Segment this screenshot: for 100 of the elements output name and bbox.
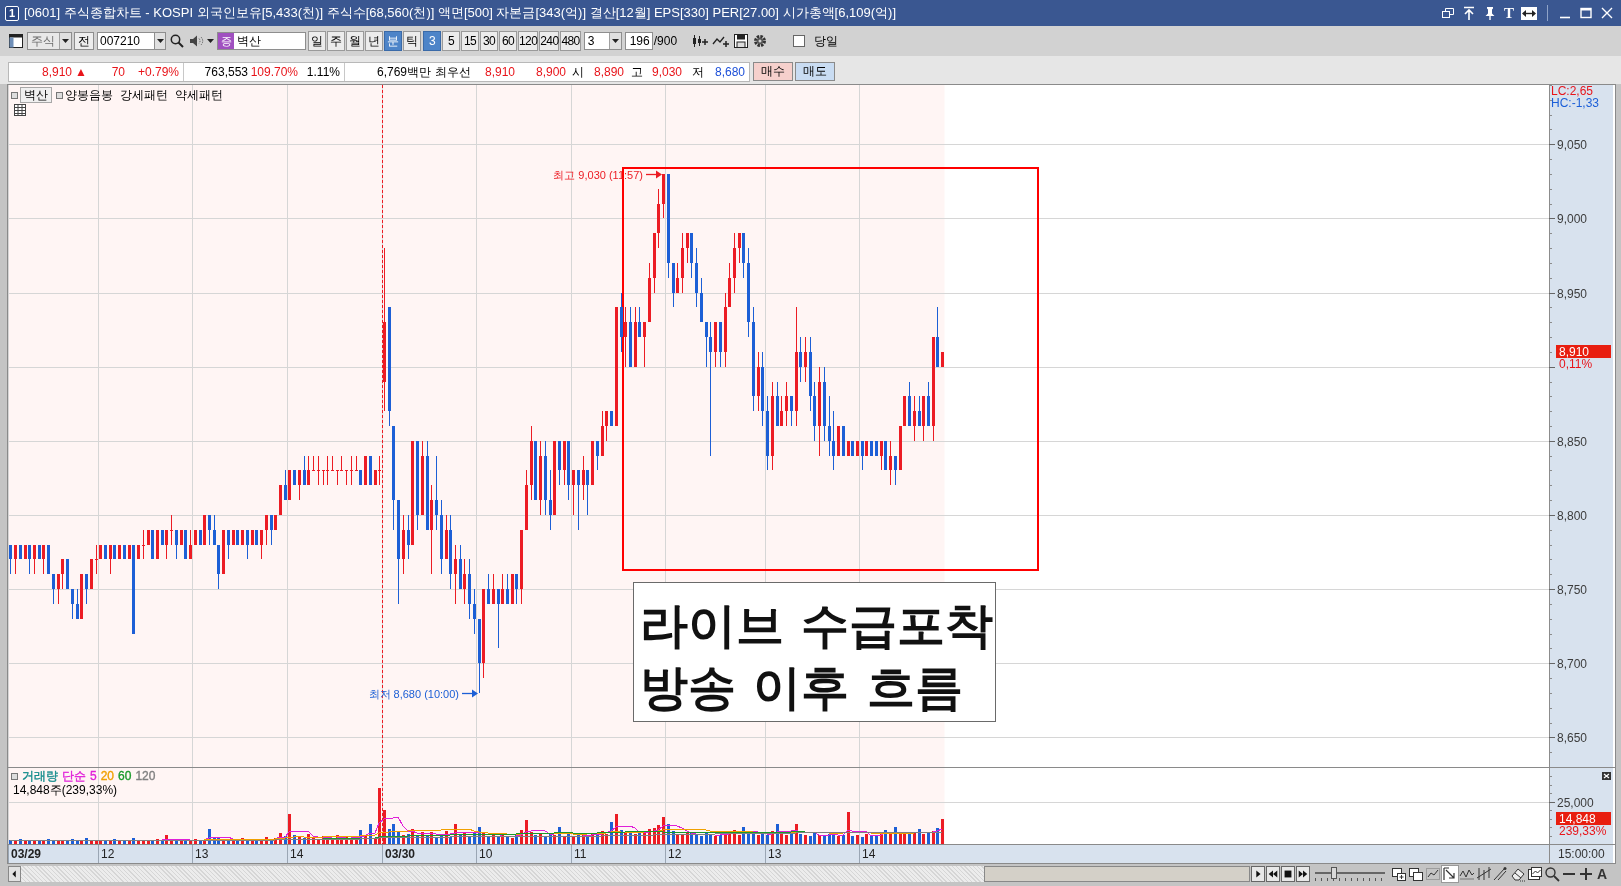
bar-count-input[interactable]: 196 [624,32,653,50]
stock-name-field[interactable]: 증 벽산 [217,32,306,50]
period-tab[interactable]: 분 [384,31,402,51]
maximize-icon[interactable] [1579,6,1593,20]
period-tab[interactable]: 주 [327,31,345,51]
corner-arrow-icon[interactable] [1442,866,1458,882]
search-icon[interactable] [169,33,185,49]
quote-value: ▲ [74,64,87,81]
slashed-bars-icon[interactable] [1476,866,1492,882]
time-axis-label: 14 [290,847,304,861]
previous-button[interactable]: 전 [74,32,94,50]
fast-forward-icon[interactable] [1296,866,1310,882]
double-arrow-icon[interactable] [1521,6,1537,20]
play-icon[interactable] [1251,866,1265,882]
time-axis-label: 10 [479,847,493,861]
window-title: [0601] 주식종합차트 - KOSPI 외국인보유[5,433(천)] 주식수[68,560(천)] 액면[500] 자본금[343(억)] 결산[12월] EPS[330] PER[27.00] 시가총액[6,109(억)] [24,4,896,22]
quote-value: 9,030 [650,64,682,81]
legend-label[interactable]: 120 [135,769,156,783]
price-axis-label: 8,700 [1557,657,1588,671]
gear-icon[interactable] [751,33,768,49]
period-tab[interactable]: 일 [308,31,326,51]
interval-tab[interactable]: 120 [518,31,539,51]
square-icon[interactable] [56,91,63,99]
windows-icon[interactable] [1441,6,1455,20]
interval-dropdown[interactable]: 3 [583,32,622,50]
legend-label[interactable]: 약세패턴 [175,88,223,102]
volume-reading: 14,848주(239,33%) [13,783,118,797]
period-tab[interactable]: 월 [346,31,364,51]
price-axis-label: 8,950 [1557,287,1588,301]
close-icon[interactable] [1602,772,1611,780]
windows-icon[interactable] [1408,866,1424,882]
stock-code-input[interactable]: 007210 [97,32,155,50]
time-axis-label: 12 [101,847,115,861]
legend-label[interactable]: 60 [118,769,132,783]
legend-label[interactable]: 거래량 [22,769,58,783]
period-tab[interactable]: 년 [365,31,383,51]
price-axis-label: 9,000 [1557,212,1588,226]
interval-tab[interactable]: 15 [461,31,479,51]
interval-tab[interactable]: 3 [423,31,441,51]
time-axis-label: 03/30 [385,847,416,861]
legend-label[interactable]: 강세패턴 [120,88,168,102]
time-axis-label: 14 [862,847,876,861]
time-axis-label: 11 [574,847,587,861]
legend-label[interactable]: 5 [90,769,97,783]
sell-button[interactable]: 매도 [795,62,835,81]
arrow-up-bar-icon[interactable] [1462,6,1476,20]
time-axis-label: 13 [195,847,209,861]
buy-button[interactable]: 매수 [753,62,793,81]
quote-value: 1.11% [305,64,340,81]
interval-tab[interactable]: 30 [480,31,498,51]
hc-reading: HC:-1,33 [1551,96,1600,110]
rewind-icon[interactable] [1266,866,1280,882]
volume-axis-label: 25,000 [1557,796,1594,810]
caret-icon [608,33,621,49]
today-checkbox[interactable] [792,35,805,47]
chart-window-icon[interactable] [1527,866,1543,882]
series-legend[interactable]: 벽산 [20,87,52,103]
interval-tab[interactable]: 60 [499,31,517,51]
stop-icon[interactable] [1281,866,1295,882]
font-button[interactable]: A [1597,866,1608,882]
time-axis-label: 13 [768,847,782,861]
table-icon[interactable] [14,104,26,116]
candlestick-plus-icon[interactable] [690,33,709,49]
scroll-left-icon[interactable] [8,866,21,882]
plus-icon[interactable] [1578,866,1594,882]
window-icon[interactable] [8,33,24,49]
exchange-badge: 증 [218,33,234,49]
square-icon[interactable] [11,91,18,99]
slider-handle[interactable] [1330,867,1337,879]
cursor-time-label: 15:00:00 [1549,845,1613,863]
scrollbar-thumb[interactable] [984,866,1250,882]
speaker-icon[interactable] [188,33,206,49]
quote-value: 70 [110,64,125,81]
legend-label[interactable]: 양봉음봉 [65,88,113,102]
search-icon[interactable] [1544,866,1560,882]
legend-label[interactable]: 단순 [62,769,86,783]
right-arrow-icon [461,689,478,698]
price-axis-label: 8,750 [1557,583,1588,597]
diagonal-lines-icon[interactable] [1493,866,1509,882]
today-label: 당일 [813,32,838,50]
pin-icon[interactable] [1483,6,1497,20]
caption-text: 라이브 수급포착 [640,598,995,654]
quote-value: 저 [691,64,704,81]
interval-tab[interactable]: 480 [560,31,581,51]
quote-value: 최우선 [434,64,471,81]
period-tab[interactable]: 틱 [403,31,421,51]
caption-text: 방송 이후 흐름 [640,660,964,716]
caret-icon[interactable] [155,32,166,50]
interval-tab[interactable]: 240 [539,31,560,51]
eraser-icon[interactable] [1510,866,1526,882]
price-axis-label: 8,850 [1557,435,1588,449]
square-icon[interactable] [11,772,18,780]
text-tool-button[interactable]: T [1504,5,1514,21]
interval-tab[interactable]: 5 [442,31,460,51]
windows-icon[interactable] [1391,866,1407,882]
dotted-chart-icon[interactable] [1425,866,1441,882]
time-axis-label: 03/29 [11,847,42,861]
caret-icon [59,33,71,49]
low-price-label: 최저 8,680 (10:00) [368,687,459,700]
close-icon[interactable] [1600,6,1614,20]
